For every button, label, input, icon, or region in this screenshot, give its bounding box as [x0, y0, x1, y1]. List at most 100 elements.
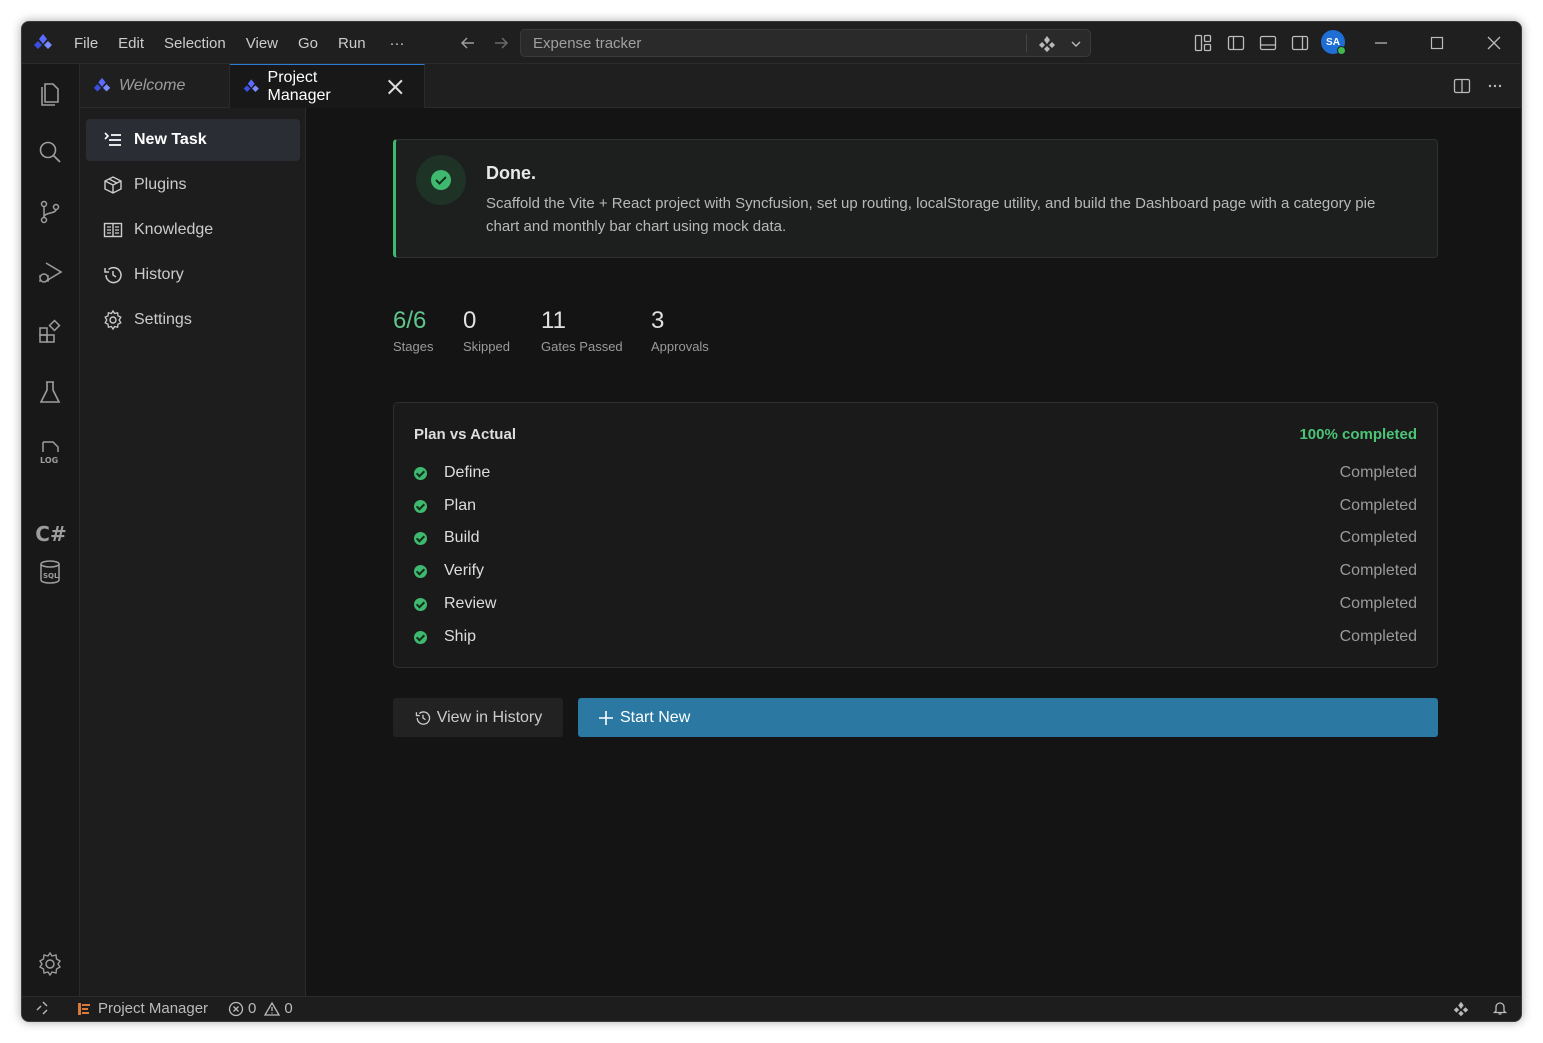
csharp-icon[interactable]: C# [33, 522, 69, 550]
more-actions-icon[interactable] [1485, 76, 1505, 96]
stage-name: Define [444, 464, 491, 481]
explorer-icon[interactable] [36, 78, 64, 106]
stage-name: Review [444, 595, 497, 612]
menu-edit[interactable]: Edit [108, 35, 154, 52]
stage-status: Completed [1339, 497, 1417, 514]
customize-layout-icon[interactable] [1193, 33, 1213, 53]
editor-tab-bar: Welcome Project Manager [80, 64, 1521, 108]
source-control-icon[interactable] [36, 198, 64, 226]
tab-welcome-label: Welcome [119, 77, 186, 94]
sidebar-item-label: Settings [134, 311, 192, 328]
app-logo-icon[interactable] [32, 32, 54, 54]
activity-bar: LOG C# SQL [22, 64, 80, 996]
sidebar-item-history[interactable]: History [86, 254, 300, 296]
app-logo-icon [243, 78, 259, 92]
stage-status: Completed [1339, 628, 1417, 645]
sql-database-icon[interactable]: SQL [36, 558, 64, 586]
search-icon[interactable] [36, 138, 64, 166]
run-debug-icon[interactable] [36, 258, 64, 286]
stage-status: Completed [1339, 562, 1417, 579]
chevron-down-icon[interactable] [1069, 37, 1083, 51]
notifications-button[interactable] [1492, 1000, 1508, 1016]
tab-welcome[interactable]: Welcome [80, 64, 230, 108]
command-center-search[interactable]: Expense tracker [520, 29, 1091, 57]
stat-value: 3 [651, 307, 665, 334]
online-status-dot [1337, 46, 1346, 55]
toggle-panel-icon[interactable] [1258, 33, 1278, 53]
log-file-icon[interactable]: LOG [36, 438, 64, 466]
start-new-button[interactable]: Start New [578, 698, 1438, 737]
status-project-label: Project Manager [98, 1000, 209, 1017]
package-icon [104, 176, 122, 194]
copilot-icon [1453, 1001, 1469, 1017]
command-center-divider [1026, 34, 1027, 52]
sidebar-item-new-task[interactable]: New Task [86, 119, 300, 161]
check-circle-icon [414, 531, 427, 545]
manage-gear-icon[interactable] [36, 950, 64, 978]
testing-flask-icon[interactable] [36, 378, 64, 406]
title-bar: File Edit Selection View Go Run ··· Expe… [22, 22, 1521, 64]
status-project-manager[interactable]: Project Manager [76, 1000, 208, 1017]
gear-icon [104, 309, 122, 331]
command-center-text: Expense tracker [533, 35, 642, 52]
back-arrow-icon[interactable] [459, 34, 477, 52]
stat-value: 0 [463, 307, 477, 334]
stat-skipped: 0 Skipped [463, 306, 510, 354]
project-manager-panel: Done. Scaffold the Vite + React project … [306, 108, 1521, 996]
app-window: File Edit Selection View Go Run ··· Expe… [21, 21, 1522, 1022]
copilot-icon[interactable] [1037, 34, 1057, 54]
close-window-icon[interactable] [1484, 33, 1504, 53]
sidebar-item-label: Plugins [134, 176, 187, 193]
stage-name: Build [444, 529, 480, 546]
close-tab-icon[interactable] [386, 77, 405, 97]
copilot-status[interactable] [1452, 1000, 1470, 1018]
stage-row: Verify Completed [414, 559, 1417, 583]
done-description: Scaffold the Vite + React project with S… [486, 195, 1376, 235]
toggle-primary-sidebar-icon[interactable] [1226, 33, 1246, 53]
new-task-icon [104, 132, 121, 146]
extensions-icon[interactable] [36, 318, 64, 346]
stat-approvals: 3 Approvals [651, 306, 709, 354]
done-icon-badge [416, 155, 466, 205]
forward-arrow-icon[interactable] [492, 34, 510, 52]
sidebar-item-label: Knowledge [134, 221, 214, 238]
menu-more-button[interactable]: ··· [376, 35, 419, 52]
split-editor-icon[interactable] [1452, 76, 1472, 96]
sidebar-item-label: New Task [134, 131, 207, 148]
menu-run[interactable]: Run [328, 35, 376, 52]
tab-project-manager-label: Project Manager [267, 68, 331, 104]
stat-label: Stages [393, 339, 434, 354]
maximize-icon[interactable] [1427, 33, 1447, 53]
check-circle-icon [414, 597, 427, 611]
remote-indicator[interactable] [34, 1000, 50, 1016]
svg-text:LOG: LOG [40, 456, 58, 465]
done-summary-card: Done. Scaffold the Vite + React project … [393, 139, 1438, 258]
sidebar-item-plugins[interactable]: Plugins [86, 164, 300, 206]
done-title: Done. [486, 163, 537, 183]
stage-row: Review Completed [414, 592, 1417, 616]
sidebar-item-settings[interactable]: Settings [86, 299, 300, 341]
warning-count: 0 [284, 1000, 293, 1017]
menu-view[interactable]: View [236, 35, 288, 52]
toggle-secondary-sidebar-icon[interactable] [1290, 33, 1310, 53]
project-manager-icon [78, 1002, 90, 1015]
tab-project-manager[interactable]: Project Manager [230, 64, 425, 108]
menu-go[interactable]: Go [288, 35, 328, 52]
stat-label: Approvals [651, 339, 709, 354]
stat-stages: 6/6 Stages [393, 306, 433, 354]
sidebar-item-knowledge[interactable]: Knowledge [86, 209, 300, 251]
problems-indicator[interactable]: 0 0 [228, 1000, 293, 1017]
menu-bar: File Edit Selection View Go Run ··· [64, 22, 419, 64]
menu-selection[interactable]: Selection [154, 35, 236, 52]
view-in-history-button[interactable]: View in History [393, 698, 563, 737]
stage-status: Completed [1339, 595, 1417, 612]
start-new-label: Start New [620, 708, 691, 726]
stat-value: 6/6 [393, 307, 427, 334]
plus-icon [599, 710, 613, 725]
sidebar-item-label: History [134, 266, 184, 283]
status-bar: Project Manager 0 0 [22, 996, 1521, 1021]
stage-row: Plan Completed [414, 494, 1417, 518]
menu-file[interactable]: File [64, 35, 108, 52]
history-icon [104, 266, 122, 284]
minimize-icon[interactable] [1371, 33, 1391, 53]
